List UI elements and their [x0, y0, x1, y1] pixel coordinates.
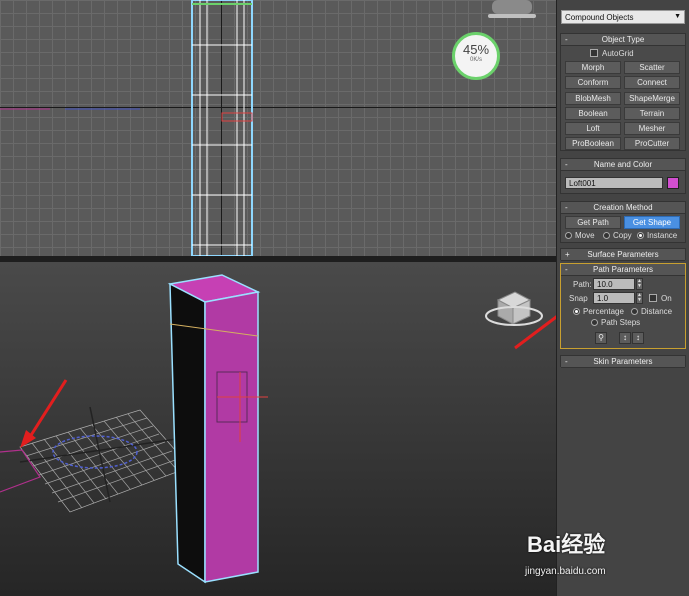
snap-on-checkbox[interactable]	[649, 294, 657, 302]
path-spinner[interactable]: ▲ ▼	[636, 278, 643, 290]
percentage-radio[interactable]	[573, 308, 580, 315]
top-viewport[interactable]: 45% 0K/s	[0, 0, 556, 256]
name-color-rollout: - Name and Color Loft001	[560, 158, 686, 194]
snap-spinner[interactable]: ▲ ▼	[636, 292, 643, 304]
snap-value-field[interactable]: 1.0	[593, 292, 635, 304]
object-type-header[interactable]: - Object Type	[561, 34, 685, 46]
distance-label: Distance	[641, 307, 673, 316]
creation-method-rollout: - Creation Method Get Path Get Shape Mov…	[560, 201, 686, 243]
surface-parameters-rollout: + Surface Parameters	[560, 248, 686, 261]
autogrid-checkbox[interactable]	[590, 49, 598, 57]
collapse-icon: -	[565, 35, 568, 44]
morph-button[interactable]: Morph	[565, 61, 621, 74]
object-name-field[interactable]: Loft001	[565, 177, 663, 189]
chevron-down-icon: ▼	[674, 13, 681, 20]
creation-method-header[interactable]: - Creation Method	[561, 202, 685, 214]
perspective-geometry	[0, 274, 543, 584]
object-type-title: Object Type	[601, 35, 645, 44]
surface-parameters-title: Surface Parameters	[587, 250, 659, 259]
proboolean-button[interactable]: ProBoolean	[565, 137, 621, 150]
surface-parameters-header[interactable]: + Surface Parameters	[561, 249, 685, 261]
expand-icon: +	[565, 250, 570, 259]
collapse-icon: -	[565, 203, 568, 212]
object-color-swatch[interactable]	[667, 177, 679, 189]
instance-label: Instance	[647, 231, 678, 240]
move-radio[interactable]	[565, 232, 572, 239]
collapse-icon: -	[565, 265, 568, 274]
name-color-title: Name and Color	[593, 160, 653, 169]
path-steps-radio[interactable]	[591, 319, 598, 326]
terrain-button[interactable]: Terrain	[624, 107, 680, 120]
path-value-field[interactable]: 10.0	[593, 278, 635, 290]
snap-on-label: On	[661, 294, 672, 303]
shapemerge-button[interactable]: ShapeMerge	[624, 92, 680, 105]
get-path-button[interactable]: Get Path	[565, 216, 621, 229]
path-parameters-rollout: - Path Parameters Path: 10.0 ▲ ▼ Snap 1.0…	[560, 263, 686, 349]
category-dropdown[interactable]: Compound Objects ▼	[561, 10, 685, 24]
collapse-icon: -	[565, 357, 568, 366]
procutter-button[interactable]: ProCutter	[624, 137, 680, 150]
collapse-icon: -	[565, 160, 568, 169]
mesher-button[interactable]: Mesher	[624, 122, 680, 135]
loft-button[interactable]: Loft	[565, 122, 621, 135]
move-label: Move	[575, 231, 595, 240]
conform-button[interactable]: Conform	[565, 76, 621, 89]
scatter-button[interactable]: Scatter	[624, 61, 680, 74]
boolean-button[interactable]: Boolean	[565, 107, 621, 120]
connect-button[interactable]: Connect	[624, 76, 680, 89]
performance-percent: 45%	[462, 42, 490, 57]
percentage-label: Percentage	[583, 307, 624, 316]
distance-radio[interactable]	[631, 308, 638, 315]
pick-shape-icon[interactable]: ⚲	[595, 332, 607, 344]
skin-parameters-rollout: - Skin Parameters	[560, 355, 686, 368]
object-type-rollout: - Object Type AutoGrid Morph Scatter Con…	[560, 33, 686, 151]
name-color-header[interactable]: - Name and Color	[561, 159, 685, 171]
path-label: Path:	[573, 280, 592, 289]
copy-radio[interactable]	[603, 232, 610, 239]
instance-radio[interactable]	[637, 232, 644, 239]
get-shape-button[interactable]: Get Shape	[624, 216, 680, 229]
performance-rate: 0K/s	[469, 57, 482, 63]
command-panel: Compound Objects ▼ - Object Type AutoGri…	[556, 0, 689, 596]
path-steps-label: Path Steps	[601, 318, 641, 327]
perspective-viewport[interactable]	[0, 262, 556, 596]
skin-parameters-header[interactable]: - Skin Parameters	[561, 356, 685, 368]
copy-label: Copy	[613, 231, 632, 240]
category-dropdown-value: Compound Objects	[565, 13, 634, 22]
creation-method-title: Creation Method	[593, 203, 653, 212]
max-workspace: 45% 0K/s Compound Objects ▼ - Object Typ…	[0, 0, 689, 596]
performance-meter: 45% 0K/s	[452, 32, 500, 80]
path-parameters-header[interactable]: - Path Parameters	[561, 264, 685, 276]
next-shape-icon[interactable]: ↕	[632, 332, 644, 344]
previous-shape-icon[interactable]: ↕	[619, 332, 631, 344]
skin-parameters-title: Skin Parameters	[593, 357, 653, 366]
baidu-watermark-logo: Bai经验	[527, 532, 606, 557]
blobmesh-button[interactable]: BlobMesh	[565, 92, 621, 105]
snap-label: Snap	[569, 294, 588, 303]
autogrid-label: AutoGrid	[602, 49, 634, 58]
baidu-watermark-url: jingyan.baidu.com	[525, 566, 606, 577]
path-parameters-title: Path Parameters	[592, 265, 654, 274]
